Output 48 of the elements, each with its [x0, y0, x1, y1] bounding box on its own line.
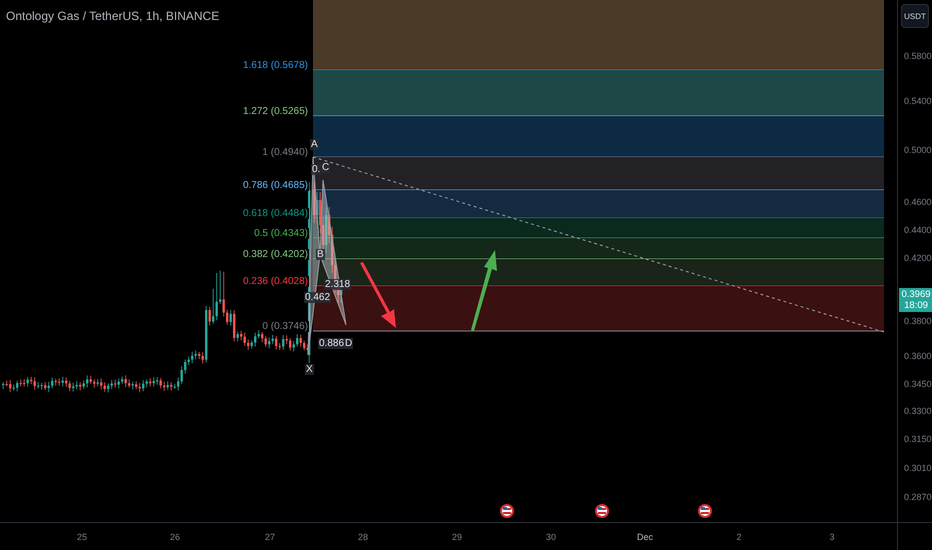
price-label: 0.5800: [904, 51, 932, 61]
last-price: 0.3969: [900, 289, 932, 300]
time-label: Dec: [637, 532, 653, 542]
time-label: 26: [170, 532, 180, 542]
fib-label: 0.5 (0.4343): [253, 228, 309, 239]
pattern-label: D: [344, 338, 354, 349]
fib-label: 0.786 (0.4685): [242, 180, 309, 191]
pattern-label: 2.318: [324, 279, 352, 290]
price-label: 0.5400: [904, 96, 932, 106]
flag-icon[interactable]: [698, 504, 712, 518]
time-label: 30: [546, 532, 556, 542]
pattern-label: X: [305, 364, 314, 375]
time-label: 3: [830, 532, 834, 542]
fib-label: 0.618 (0.4484): [242, 208, 309, 219]
time-label: 28: [358, 532, 368, 542]
pattern-label: 0.: [311, 164, 322, 175]
time-label: 2: [736, 532, 742, 542]
pattern-label: A: [310, 139, 319, 150]
fib-label: 0.382 (0.4202): [242, 249, 309, 260]
pattern-label: C: [321, 162, 330, 173]
countdown: 18:09: [903, 300, 929, 311]
price-label: 0.3150: [904, 434, 932, 444]
flag-icon[interactable]: [595, 504, 609, 518]
price-label: 0.3300: [904, 406, 932, 416]
fib-label: 1.618 (0.5678): [242, 60, 309, 71]
flag-icon[interactable]: [500, 504, 514, 518]
time-label: 29: [452, 532, 462, 542]
price-label: 0.4600: [904, 197, 932, 207]
price-label: 0.5000: [904, 145, 932, 155]
fib-label: 0 (0.3746): [261, 321, 309, 332]
price-label: 0.3450: [904, 379, 932, 389]
chart-title: Ontology Gas / TetherUS, 1h, BINANCE: [6, 9, 220, 23]
price-label: 0.4200: [904, 253, 932, 263]
time-label: 27: [265, 532, 275, 542]
price-label: 0.3600: [904, 351, 932, 361]
pattern-label: 0.462: [304, 292, 332, 303]
pattern-label: B: [316, 249, 325, 260]
price-label: 0.3010: [904, 463, 932, 473]
pattern-label: 0.886: [318, 338, 346, 349]
fib-label: 1.272 (0.5265): [242, 106, 309, 117]
price-label: 0.4400: [904, 225, 932, 235]
down-arrow: [360, 262, 396, 328]
price-label: 0.2870: [904, 492, 932, 502]
currency-button[interactable]: USDT: [901, 4, 929, 28]
time-label: 25: [77, 532, 87, 542]
fib-label: 0.236 (0.4028): [242, 276, 309, 287]
fib-label: 1 (0.4940): [261, 147, 309, 158]
price-label: 0.3800: [904, 316, 932, 326]
